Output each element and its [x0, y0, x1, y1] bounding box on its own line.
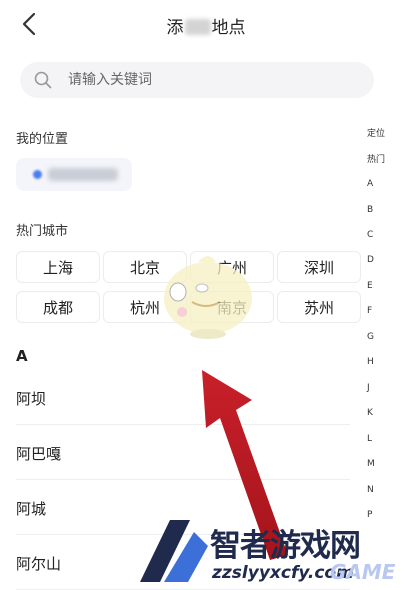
index-item[interactable]: N — [359, 485, 403, 495]
header: 添 地点 — [0, 0, 412, 48]
city-button[interactable]: 苏州 — [277, 291, 361, 323]
location-dot-icon — [33, 170, 42, 179]
my-location-label: 我的位置 — [16, 132, 69, 147]
hot-cities-label: 热门城市 — [16, 224, 69, 239]
list-item-label: 阿城 — [16, 500, 47, 518]
index-item[interactable]: 热门 — [359, 152, 403, 165]
watermark-text: 智者游戏网 — [210, 528, 361, 564]
current-location-chip[interactable] — [16, 158, 132, 191]
index-item[interactable]: C — [359, 230, 403, 240]
title-blurred-part — [184, 19, 211, 35]
title-part-right: 地点 — [211, 18, 246, 38]
mascot-watermark-icon — [164, 256, 252, 339]
index-item[interactable]: H — [359, 357, 403, 367]
city-button[interactable]: 成都 — [16, 291, 100, 323]
index-item[interactable]: M — [359, 459, 403, 469]
index-item[interactable]: B — [359, 205, 403, 215]
page-title: 添 地点 — [0, 13, 412, 38]
city-button[interactable]: 深圳 — [277, 251, 361, 283]
index-item[interactable]: F — [359, 306, 403, 316]
search-icon — [34, 71, 52, 89]
list-item-label: 阿巴嘎 — [16, 445, 62, 463]
index-item[interactable]: E — [359, 281, 403, 291]
index-item[interactable]: 定位 — [359, 126, 403, 139]
index-item[interactable]: D — [359, 255, 403, 265]
index-item[interactable]: K — [359, 408, 403, 418]
index-item[interactable]: A — [359, 179, 403, 189]
list-item-label: 阿坝 — [16, 390, 47, 408]
watermark-tag: GAME — [330, 560, 396, 584]
index-item[interactable]: J — [359, 383, 403, 393]
search-bar[interactable] — [20, 62, 374, 98]
index-item[interactable]: L — [359, 434, 403, 444]
title-part-left: 添 — [166, 18, 184, 38]
index-item[interactable]: G — [359, 332, 403, 342]
search-input[interactable] — [68, 62, 358, 98]
location-blurred-text — [48, 168, 118, 181]
city-button[interactable]: 上海 — [16, 251, 100, 283]
section-letter: A — [16, 347, 28, 365]
list-item-label: 阿尔山 — [16, 555, 62, 573]
